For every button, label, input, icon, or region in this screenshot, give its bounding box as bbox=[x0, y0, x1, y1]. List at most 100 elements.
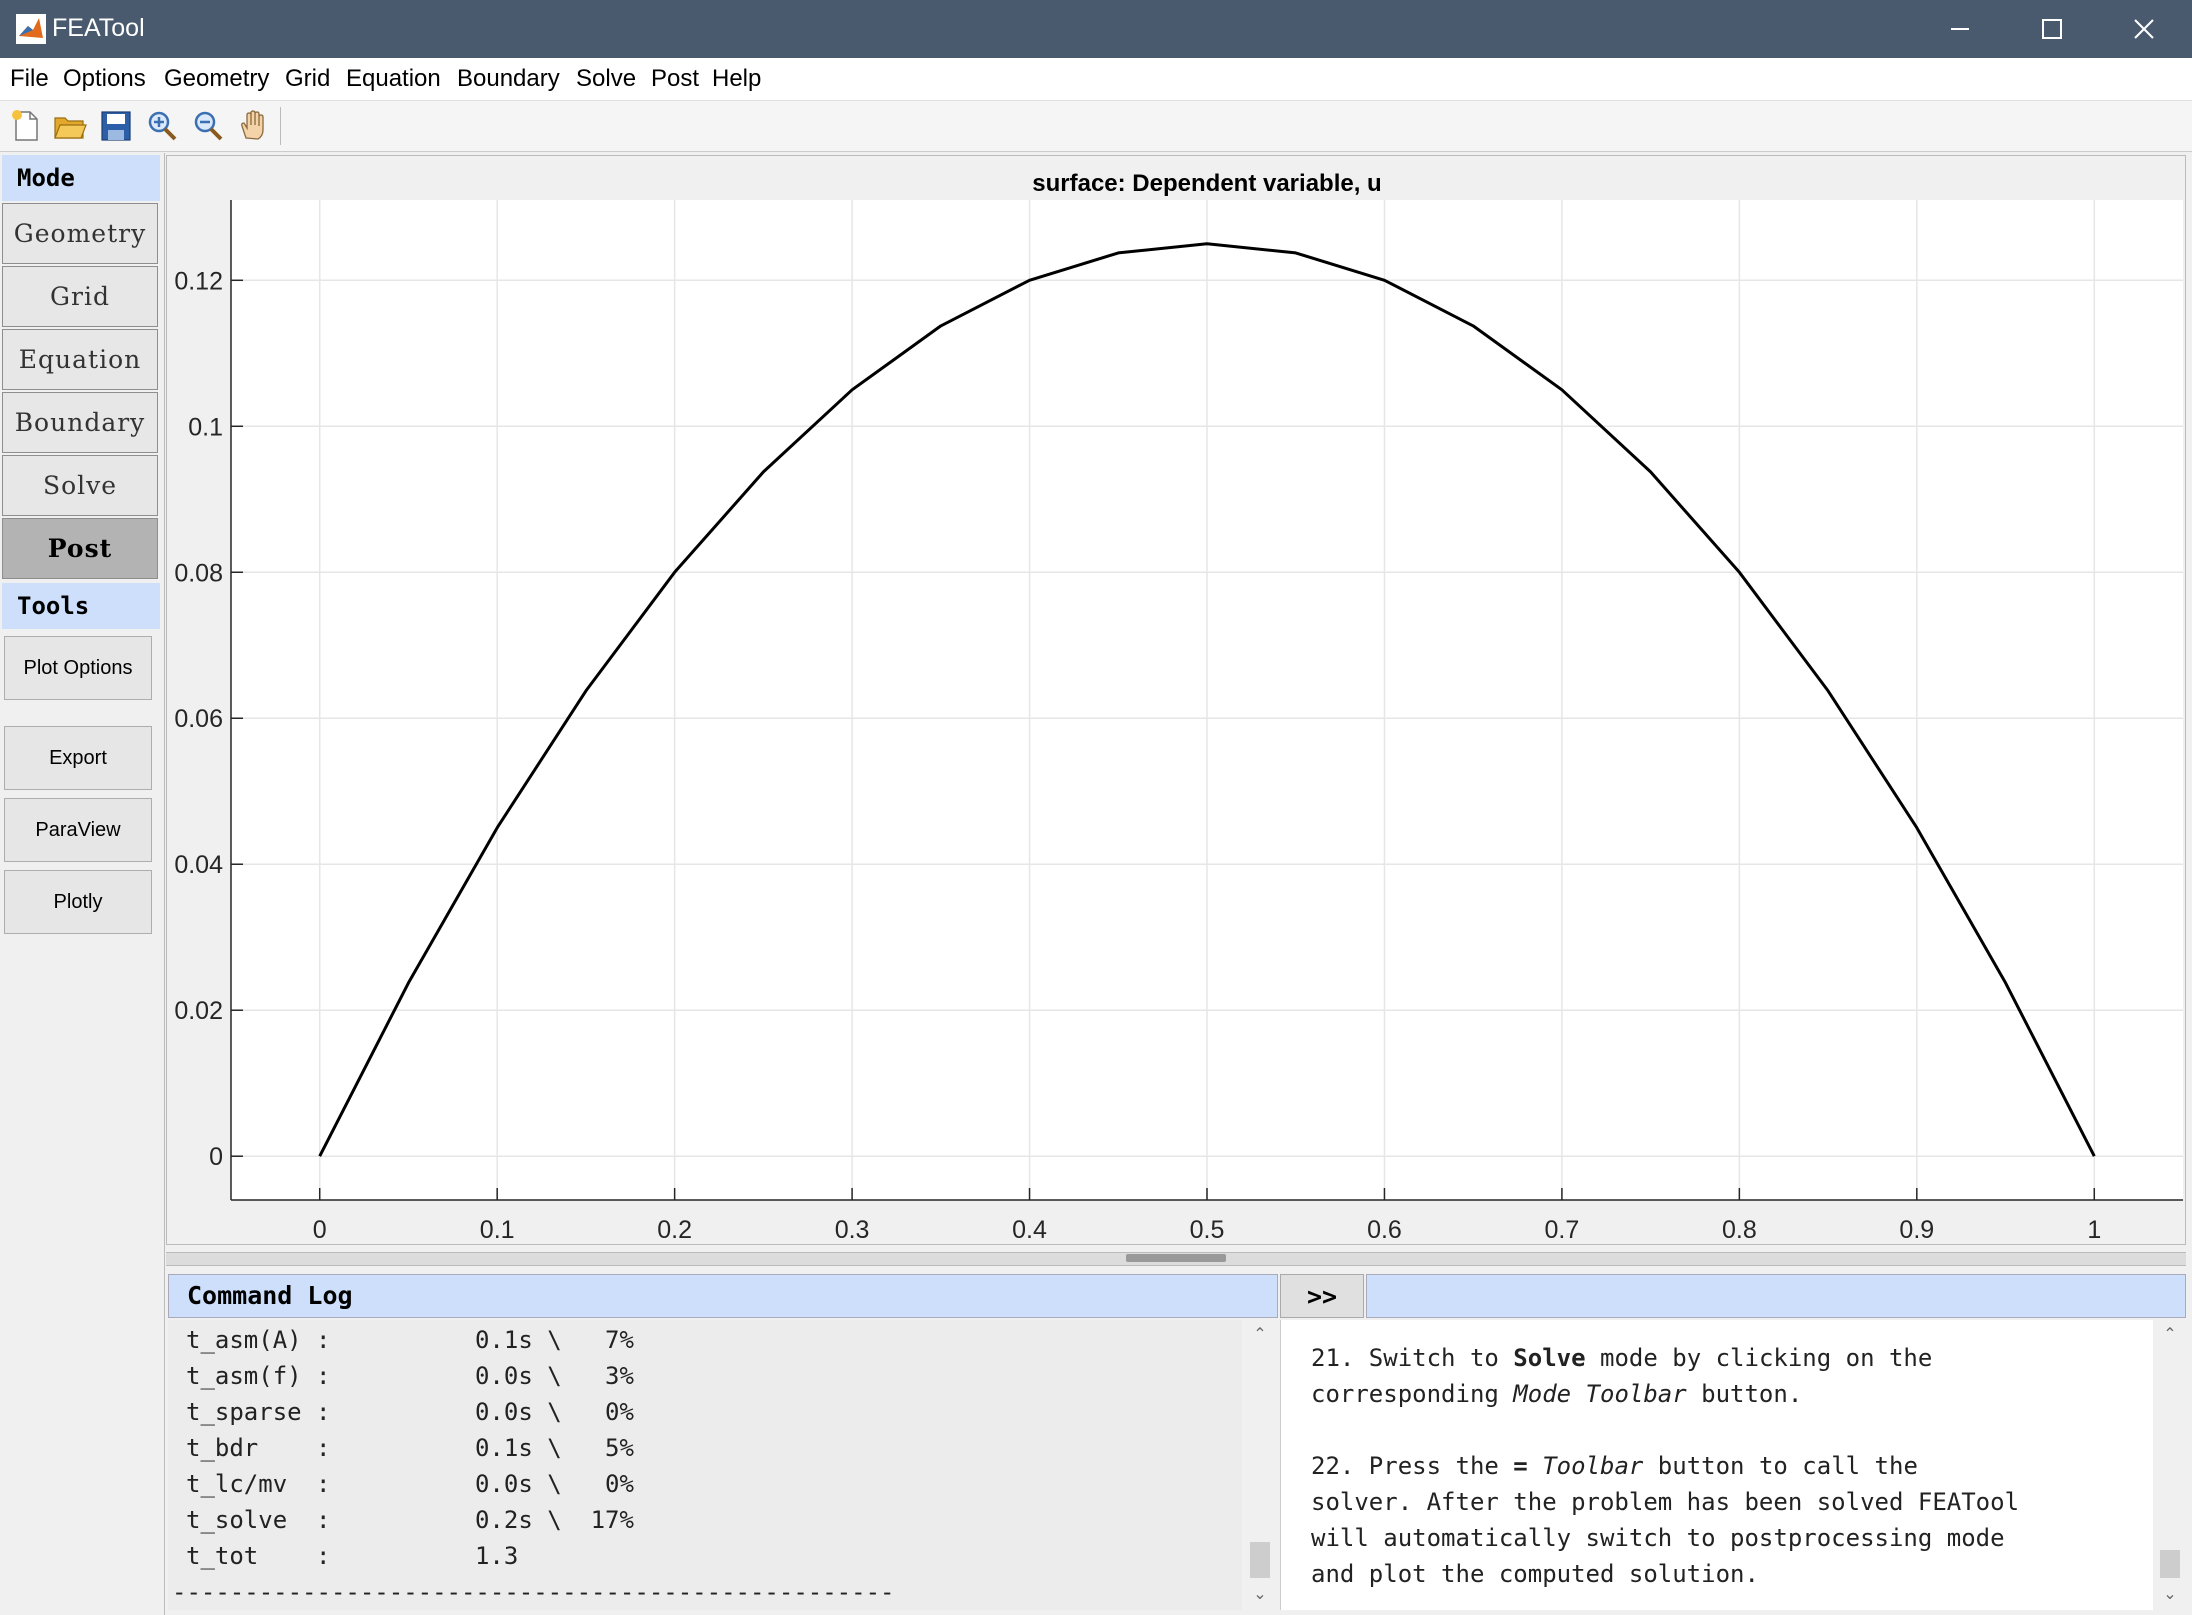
chart-title: surface: Dependent variable, u bbox=[1032, 170, 1381, 197]
scroll-up-icon[interactable]: ⌃ bbox=[1244, 1324, 1276, 1344]
help-text-span: Toolbar bbox=[1542, 1452, 1644, 1480]
help-line: will automatically switch to postprocess… bbox=[1311, 1524, 2005, 1552]
title-bar: FEATool bbox=[0, 0, 2192, 58]
open-folder-icon[interactable] bbox=[52, 108, 88, 144]
save-icon[interactable] bbox=[98, 108, 134, 144]
zoom-out-icon[interactable] bbox=[190, 108, 226, 144]
plot-options-button[interactable]: Plot Options bbox=[4, 636, 152, 700]
window-title: FEATool bbox=[52, 14, 145, 42]
menu-boundary[interactable]: Boundary bbox=[457, 65, 560, 93]
command-log[interactable]: t_asm(A) : 0.1s \ 7% t_asm(f) : 0.0s \ 3… bbox=[168, 1320, 1242, 1610]
x-tick-label: 0.4 bbox=[1012, 1216, 1047, 1244]
toolbar-separator bbox=[280, 107, 281, 145]
toolbar bbox=[0, 101, 2192, 152]
menu-solve[interactable]: Solve bbox=[576, 65, 636, 93]
menu-geometry[interactable]: Geometry bbox=[164, 65, 269, 93]
scroll-down-icon[interactable]: ⌄ bbox=[2154, 1584, 2186, 1604]
menu-post[interactable]: Post bbox=[651, 65, 699, 93]
x-tick-label: 0 bbox=[313, 1216, 327, 1244]
help-text-span: will automatically switch to postprocess… bbox=[1311, 1524, 2005, 1552]
help-text-span: solver. After the problem has been solve… bbox=[1311, 1488, 2020, 1516]
y-tick-label: 0.06 bbox=[174, 705, 223, 733]
minimize-button[interactable] bbox=[1914, 0, 2006, 58]
y-tick-label: 0 bbox=[209, 1143, 223, 1171]
help-text-span: button to call the bbox=[1643, 1452, 1918, 1480]
log-line: t_asm(A) : 0.1s \ 7% bbox=[186, 1326, 634, 1354]
x-tick-label: 1 bbox=[2087, 1216, 2101, 1244]
scroll-thumb[interactable] bbox=[1250, 1542, 1270, 1578]
export-button[interactable]: Export bbox=[4, 726, 152, 790]
x-tick-label: 0.1 bbox=[480, 1216, 515, 1244]
help-text-span: Solve bbox=[1513, 1344, 1586, 1372]
splitter-grip[interactable] bbox=[1126, 1254, 1226, 1262]
zoom-in-icon[interactable] bbox=[144, 108, 180, 144]
help-text-span: 22. Press the bbox=[1311, 1452, 1514, 1480]
menu-grid[interactable]: Grid bbox=[285, 65, 330, 93]
help-text-span bbox=[1528, 1452, 1542, 1480]
matlab-logo-icon bbox=[16, 14, 46, 44]
pan-hand-icon[interactable] bbox=[236, 108, 272, 144]
x-tick-label: 0.9 bbox=[1899, 1216, 1934, 1244]
maximize-button[interactable] bbox=[2006, 0, 2098, 58]
help-text-span: button. bbox=[1686, 1380, 1803, 1408]
log-scrollbar[interactable]: ⌃ ⌄ bbox=[1244, 1320, 1276, 1610]
minimize-icon bbox=[1951, 28, 1969, 30]
x-tick-label: 0.5 bbox=[1190, 1216, 1225, 1244]
left-panel: Mode Geometry Grid Equation Boundary Sol… bbox=[0, 153, 165, 1615]
scroll-down-icon[interactable]: ⌄ bbox=[1244, 1584, 1276, 1604]
help-text-span: = bbox=[1513, 1452, 1528, 1480]
help-text-span: and plot the computed solution. bbox=[1311, 1560, 1759, 1588]
help-line: and plot the computed solution. bbox=[1311, 1560, 1759, 1588]
help-text-panel[interactable]: 21. Switch to Solve mode by clicking on … bbox=[1280, 1320, 2153, 1610]
mode-header: Mode bbox=[2, 155, 160, 201]
paraview-button[interactable]: ParaView bbox=[4, 798, 152, 862]
y-tick-label: 0.08 bbox=[174, 559, 223, 587]
help-scrollbar[interactable]: ⌃ ⌄ bbox=[2154, 1320, 2186, 1610]
menu-file[interactable]: File bbox=[10, 65, 49, 93]
mode-geometry-button[interactable]: Geometry bbox=[2, 203, 158, 264]
log-line: t_solve : 0.2s \ 17% bbox=[186, 1506, 634, 1534]
new-file-icon[interactable] bbox=[8, 108, 44, 144]
mode-solve-button[interactable]: Solve bbox=[2, 455, 158, 516]
y-tick-label: 0.04 bbox=[174, 851, 223, 879]
menu-equation[interactable]: Equation bbox=[346, 65, 441, 93]
help-line: solver. After the problem has been solve… bbox=[1311, 1488, 2019, 1516]
y-tick-label: 0.02 bbox=[174, 997, 223, 1025]
mode-post-button[interactable]: Post bbox=[2, 518, 158, 579]
log-line: ----------------------------------------… bbox=[172, 1578, 895, 1606]
mode-equation-button[interactable]: Equation bbox=[2, 329, 158, 390]
close-button[interactable] bbox=[2098, 0, 2190, 58]
plotly-button[interactable]: Plotly bbox=[4, 870, 152, 934]
plot-panel: surface: Dependent variable, u 0 0.1 0.2 0.… bbox=[166, 155, 2186, 1245]
scroll-up-icon[interactable]: ⌃ bbox=[2154, 1324, 2186, 1344]
maximize-icon bbox=[2042, 19, 2062, 39]
log-line: t_tot : 1.3 bbox=[186, 1542, 519, 1570]
help-line: corresponding Mode Toolbar button. bbox=[1311, 1380, 1802, 1408]
menu-help[interactable]: Help bbox=[712, 65, 761, 93]
scroll-thumb[interactable] bbox=[2160, 1550, 2180, 1578]
expand-help-button[interactable]: >> bbox=[1280, 1274, 1364, 1318]
help-line: 22. Press the = Toolbar button to call t… bbox=[1311, 1452, 1918, 1480]
panel-splitter[interactable] bbox=[166, 1252, 2186, 1266]
help-text-span: Mode Toolbar bbox=[1513, 1380, 1687, 1408]
solution-line-chart[interactable]: surface: Dependent variable, u 0 0.1 0.2 0.… bbox=[167, 156, 2185, 1244]
mode-boundary-button[interactable]: Boundary bbox=[2, 392, 158, 453]
log-line: t_asm(f) : 0.0s \ 3% bbox=[186, 1362, 634, 1390]
help-line: 21. Switch to Solve mode by clicking on … bbox=[1311, 1344, 1932, 1372]
help-text-span: 21. Switch to bbox=[1311, 1344, 1514, 1372]
x-tick-label: 0.3 bbox=[835, 1216, 870, 1244]
help-text-span: mode by clicking on the bbox=[1585, 1344, 1933, 1372]
x-tick-label: 0.7 bbox=[1545, 1216, 1580, 1244]
menu-options[interactable]: Options bbox=[63, 65, 146, 93]
x-tick-label: 0.8 bbox=[1722, 1216, 1757, 1244]
help-header bbox=[1366, 1274, 2186, 1318]
log-line: t_bdr : 0.1s \ 5% bbox=[186, 1434, 634, 1462]
y-tick-label: 0.12 bbox=[174, 267, 223, 295]
mode-grid-button[interactable]: Grid bbox=[2, 266, 158, 327]
help-text-span: corresponding bbox=[1311, 1380, 1514, 1408]
menu-bar: File Options Geometry Grid Equation Boun… bbox=[0, 58, 2192, 101]
tools-header: Tools bbox=[2, 583, 160, 629]
x-tick-label: 0.2 bbox=[657, 1216, 692, 1244]
y-tick-label: 0.1 bbox=[188, 413, 223, 441]
x-tick-label: 0.6 bbox=[1367, 1216, 1402, 1244]
